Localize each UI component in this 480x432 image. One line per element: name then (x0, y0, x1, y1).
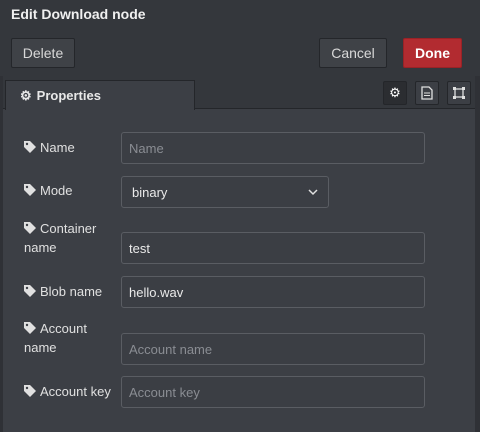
blob-name-label: Blob name (24, 282, 102, 301)
tag-icon (24, 222, 36, 234)
mode-select[interactable]: binary (121, 176, 329, 208)
account-name-input[interactable]: Account name (121, 333, 425, 365)
cancel-button[interactable]: Cancel (319, 38, 387, 68)
mode-select-value: binary (132, 184, 168, 200)
mode-label: Mode (24, 181, 73, 200)
gear-icon: ⚙ (389, 85, 401, 100)
account-name-label: Account (24, 319, 87, 338)
settings-tab-button[interactable]: ⚙ (383, 81, 407, 105)
tag-icon (24, 184, 36, 196)
name-label: Name (24, 138, 75, 157)
appearance-tab-button[interactable] (447, 81, 471, 105)
panel-right-border (475, 76, 480, 432)
frame-icon (453, 87, 465, 99)
description-tab-button[interactable] (415, 81, 439, 105)
tag-icon (24, 141, 36, 153)
tab-properties[interactable]: ⚙ Properties (5, 80, 195, 110)
dialog-title: Edit Download node (11, 6, 146, 22)
gear-icon: ⚙ (20, 87, 32, 103)
tag-icon (24, 322, 36, 334)
container-name-label: Container (24, 219, 96, 238)
done-button[interactable]: Done (403, 38, 462, 68)
chevron-down-icon (308, 188, 318, 195)
blob-name-input[interactable]: hello.wav (121, 276, 425, 308)
account-key-input[interactable]: Account key (121, 376, 425, 408)
dialog-toolbar: Delete Cancel Done (0, 28, 480, 77)
document-icon (421, 86, 433, 100)
delete-button[interactable]: Delete (11, 38, 75, 68)
container-name-input[interactable]: test (121, 232, 425, 264)
tag-icon (24, 285, 36, 297)
account-name-label-line2: name (24, 340, 57, 355)
account-key-label: Account key (24, 382, 111, 401)
tag-icon (24, 385, 36, 397)
container-name-label-line2: name (24, 240, 57, 255)
name-input[interactable]: Name (121, 132, 425, 164)
dialog-titlebar: Edit Download node (0, 0, 480, 28)
tab-properties-label: Properties (36, 88, 101, 103)
